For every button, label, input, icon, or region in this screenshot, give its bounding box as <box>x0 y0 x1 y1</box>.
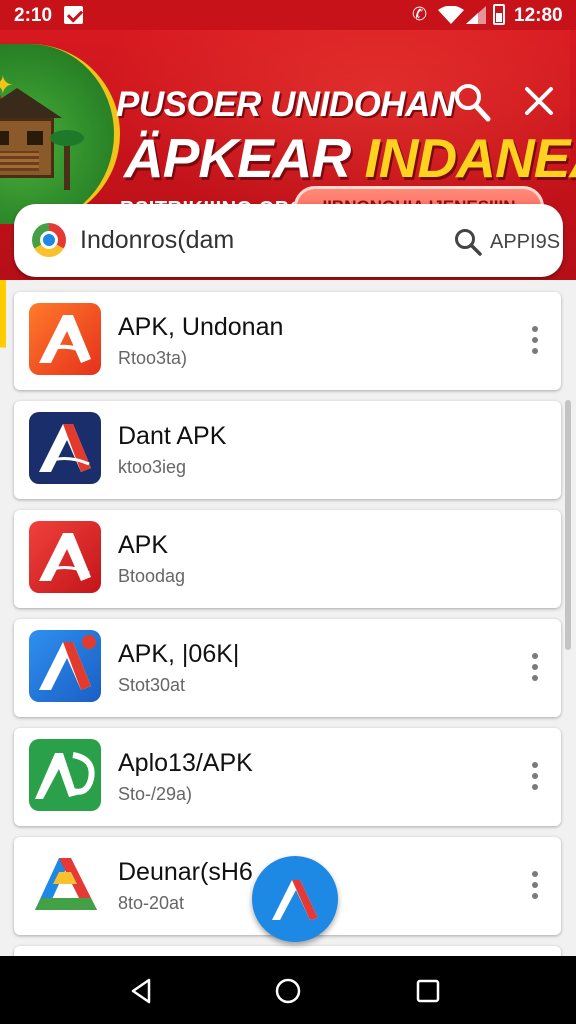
home-icon[interactable] <box>273 976 303 1006</box>
battery-icon <box>493 4 505 25</box>
list-item[interactable]: APK Btoodag <box>14 510 561 608</box>
apk-navy-icon <box>29 412 101 484</box>
more-options-icon[interactable] <box>523 649 547 685</box>
wifi-icon <box>438 6 464 24</box>
status-time: 2:10 <box>14 5 53 26</box>
apk-multicolor-icon <box>29 848 101 920</box>
list-item[interactable]: APK, Undonan Rtoo3ta) <box>14 292 561 390</box>
app-name: APK, Undonan <box>118 313 284 341</box>
list-item[interactable]: Aplo13/APK Sto-/29a) <box>14 728 561 826</box>
apk-green-icon <box>29 739 101 811</box>
list-item[interactable]: APK, |06K| Stot30at <box>14 619 561 717</box>
search-input[interactable]: Indonros(dam <box>80 226 234 255</box>
apk-orange-icon <box>29 303 101 375</box>
search-icon[interactable] <box>453 82 491 122</box>
more-options-icon[interactable] <box>523 322 547 358</box>
app-subtitle: Rtoo3ta) <box>118 348 188 368</box>
app-subtitle: Sto-/29a) <box>118 784 193 804</box>
search-icon[interactable] <box>454 228 482 256</box>
status-clock: 12:80 <box>514 5 563 26</box>
app-name: Dant APK <box>118 422 227 450</box>
signal-icon <box>466 6 486 24</box>
app-name: Aplo13/APK <box>118 749 253 777</box>
list-item[interactable] <box>14 946 561 956</box>
banner-title-line2: ÄPKEAR INDANEAA! <box>124 127 576 189</box>
list-item[interactable]: Dant APK ktoo3ieg <box>14 401 561 499</box>
app-subtitle: ktoo3ieg <box>118 457 187 477</box>
app-subtitle: 8to-20at <box>118 893 185 913</box>
apk-red-icon <box>29 521 101 593</box>
app-name: APK <box>118 531 169 559</box>
apk-blue-icon <box>29 630 101 702</box>
banner-title-line1: PUSOER UNIDOHAN <box>116 85 455 124</box>
more-options-icon[interactable] <box>523 867 547 903</box>
app-subtitle: Stot30at <box>118 675 186 695</box>
scrollbar[interactable] <box>565 400 571 650</box>
back-icon[interactable] <box>127 976 157 1006</box>
search-scope-label[interactable]: APPI9S <box>490 231 560 254</box>
notification-app-icon <box>64 6 83 24</box>
apk-logo-fab-button[interactable] <box>252 856 338 942</box>
more-options-icon[interactable] <box>523 758 547 794</box>
browser-icon <box>32 223 66 257</box>
vibrate-icon: ✆ <box>412 4 428 24</box>
search-bar[interactable]: Indonros(dam APPI9S <box>14 204 563 277</box>
close-icon[interactable] <box>522 84 556 118</box>
app-list: APK, Undonan Rtoo3ta) Dant APK ktoo3ieg … <box>0 280 576 956</box>
app-name: APK, |06K| <box>118 640 240 668</box>
recents-icon[interactable] <box>413 976 443 1006</box>
apk-logo-icon <box>272 880 318 920</box>
app-subtitle: Btoodag <box>118 566 186 586</box>
app-name: Deunar(sH6 <box>118 858 253 886</box>
status-bar: 2:10 ✆ 12:80 <box>0 0 576 30</box>
navigation-bar <box>0 956 576 1024</box>
